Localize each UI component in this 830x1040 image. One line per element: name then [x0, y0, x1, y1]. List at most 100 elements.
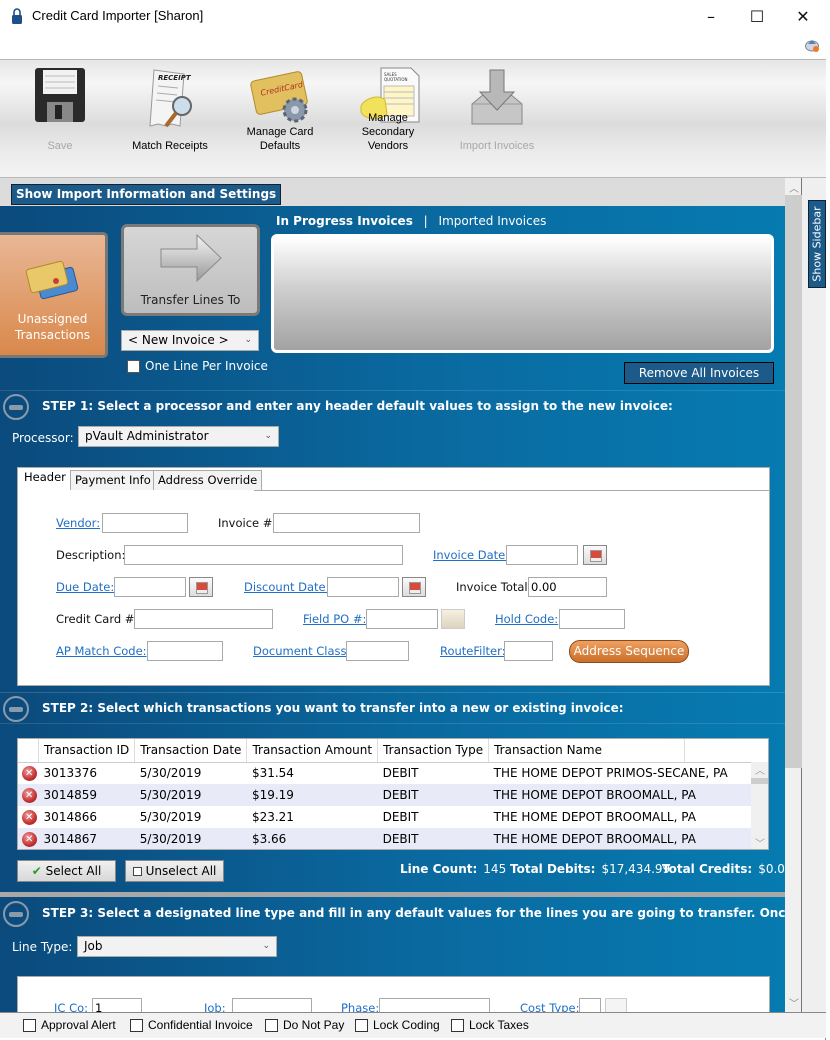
remove-transaction-icon[interactable]: [22, 765, 37, 781]
ap-match-code-label[interactable]: AP Match Code:: [56, 644, 147, 658]
collapse-step3-icon[interactable]: [3, 901, 29, 927]
maximize-button[interactable]: ☐: [734, 0, 780, 33]
confidential-invoice-checkbox[interactable]: Confidential Invoice: [130, 1018, 253, 1032]
phase-input[interactable]: [379, 998, 490, 1012]
tab-in-progress-invoices[interactable]: In Progress Invoices: [276, 214, 413, 228]
route-filter-input[interactable]: [504, 641, 553, 661]
job-input[interactable]: [232, 998, 312, 1012]
table-row[interactable]: 3014866 5/30/2019 $23.21 DEBIT THE HOME …: [18, 806, 768, 828]
approval-alert-checkbox[interactable]: Approval Alert: [23, 1018, 116, 1032]
scroll-up-icon[interactable]: ︿: [789, 180, 799, 195]
invoice-list[interactable]: [271, 234, 774, 353]
collapse-step1-icon[interactable]: [3, 394, 29, 420]
scroll-down-icon[interactable]: ﹀: [789, 995, 799, 1010]
cost-type-input[interactable]: [579, 998, 601, 1012]
invoice-number-input[interactable]: [273, 513, 420, 533]
document-class-input[interactable]: [346, 641, 409, 661]
ap-match-code-input[interactable]: [147, 641, 223, 661]
step3-text: STEP 3: Select a designated line type an…: [42, 906, 785, 920]
scroll-up-icon[interactable]: ︿: [755, 762, 765, 777]
checkbox-box[interactable]: [23, 1018, 36, 1032]
help-icon[interactable]: [804, 37, 820, 53]
description-input[interactable]: [124, 545, 403, 565]
field-po-lookup-icon[interactable]: [441, 609, 465, 629]
processor-select[interactable]: pVault Administrator ⌄: [78, 426, 279, 447]
checkbox-box[interactable]: [451, 1018, 464, 1032]
unassigned-transactions-button[interactable]: Unassigned Transactions: [0, 232, 108, 358]
address-sequence-button[interactable]: Address Sequence: [569, 640, 689, 663]
checkbox-box[interactable]: [265, 1018, 278, 1032]
remove-transaction-icon[interactable]: [22, 831, 37, 847]
document-class-label[interactable]: Document Class:: [253, 644, 350, 658]
jc-co-label[interactable]: JC Co:: [54, 1001, 88, 1012]
match-receipts-button[interactable]: RECEIPT Match Receipts: [126, 60, 214, 177]
discount-date-input[interactable]: [327, 577, 399, 597]
show-import-info-button[interactable]: Show Import Information and Settings: [11, 184, 282, 205]
table-row[interactable]: 3013376 5/30/2019 $31.54 DEBIT THE HOME …: [18, 762, 768, 784]
manage-secondary-vendors-button[interactable]: SALES QUOTATION Manage Secondary Vendors: [348, 60, 428, 177]
cell-transaction-name: THE HOME DEPOT BROOMALL, PA: [488, 784, 768, 806]
remove-all-invoices-button[interactable]: Remove All Invoices: [624, 362, 774, 384]
do-not-pay-checkbox[interactable]: Do Not Pay: [265, 1018, 344, 1032]
invoice-date-calendar-icon[interactable]: [583, 545, 607, 565]
vendor-input[interactable]: [102, 513, 188, 533]
checkbox-box[interactable]: [130, 1018, 143, 1032]
transfer-lines-button[interactable]: Transfer Lines To: [121, 224, 260, 316]
transfer-target-select[interactable]: < New Invoice > ⌄: [121, 330, 259, 351]
invoice-date-input[interactable]: [506, 545, 578, 565]
jc-co-input[interactable]: 1: [92, 998, 142, 1012]
manage-card-defaults-button[interactable]: CreditCard Manage Card Defaults: [238, 60, 322, 177]
grid-scroll-thumb[interactable]: [751, 778, 768, 784]
hold-code-input[interactable]: [559, 609, 625, 629]
field-po-input[interactable]: [366, 609, 438, 629]
main-scrollbar[interactable]: ︿ ﹀: [785, 178, 802, 1012]
main-scroll-thumb[interactable]: [785, 195, 802, 768]
column-header-transaction-id[interactable]: Transaction ID: [38, 739, 136, 763]
due-date-input[interactable]: [114, 577, 186, 597]
cost-type-label[interactable]: Cost Type:: [520, 1001, 580, 1012]
scroll-down-icon[interactable]: ﹀: [755, 835, 765, 849]
unselect-all-button[interactable]: Unselect All: [125, 860, 224, 882]
minimize-button[interactable]: –: [688, 0, 734, 33]
collapse-step2-icon[interactable]: [3, 696, 29, 722]
tab-address-override[interactable]: Address Override: [153, 470, 263, 490]
line-type-select[interactable]: Job ⌄: [77, 936, 277, 957]
column-header-transaction-amount[interactable]: Transaction Amount: [246, 739, 379, 763]
vendor-label[interactable]: Vendor:: [56, 516, 100, 530]
discount-date-calendar-icon[interactable]: [402, 577, 426, 597]
tab-payment-info[interactable]: Payment Info: [70, 470, 156, 490]
tab-header[interactable]: Header: [20, 468, 70, 490]
invoice-date-label[interactable]: Invoice Date:: [433, 548, 509, 562]
table-row[interactable]: 3014867 5/30/2019 $3.66 DEBIT THE HOME D…: [18, 828, 768, 849]
manage-card-defaults-label-2: Defaults: [259, 140, 301, 152]
save-button[interactable]: Save: [22, 60, 98, 177]
table-row[interactable]: 3014859 5/30/2019 $19.19 DEBIT THE HOME …: [18, 784, 768, 806]
column-header-transaction-type[interactable]: Transaction Type: [377, 739, 490, 763]
column-header-transaction-name[interactable]: Transaction Name: [488, 739, 686, 763]
due-date-label[interactable]: Due Date:: [56, 580, 114, 594]
grid-scrollbar[interactable]: ︿ ﹀: [751, 762, 768, 849]
import-invoices-button[interactable]: Import Invoices: [454, 60, 540, 177]
lock-taxes-checkbox[interactable]: Lock Taxes: [451, 1018, 529, 1032]
job-label[interactable]: Job:: [204, 1001, 226, 1012]
select-all-button[interactable]: ✔ Select All: [17, 860, 116, 882]
invoice-total-input[interactable]: 0.00: [528, 577, 607, 597]
main-scroll-area: Show Import Information and Settings Una…: [0, 178, 785, 1012]
one-line-per-invoice-checkbox[interactable]: [127, 360, 140, 373]
field-po-label[interactable]: Field PO #:: [303, 612, 366, 626]
cost-type-lookup-icon[interactable]: [605, 998, 627, 1012]
hold-code-label[interactable]: Hold Code:: [495, 612, 558, 626]
close-button[interactable]: ✕: [780, 0, 826, 33]
lock-coding-checkbox[interactable]: Lock Coding: [355, 1018, 440, 1032]
column-header-transaction-date[interactable]: Transaction Date: [134, 739, 248, 763]
remove-transaction-icon[interactable]: [22, 809, 37, 825]
phase-label[interactable]: Phase:: [341, 1001, 379, 1012]
show-sidebar-button[interactable]: Show Sidebar: [808, 200, 826, 288]
route-filter-label[interactable]: RouteFilter:: [440, 644, 506, 658]
due-date-calendar-icon[interactable]: [189, 577, 213, 597]
credit-card-input[interactable]: [134, 609, 273, 629]
remove-transaction-icon[interactable]: [22, 787, 37, 803]
discount-date-label[interactable]: Discount Date:: [244, 580, 330, 594]
checkbox-box[interactable]: [355, 1018, 368, 1032]
tab-imported-invoices[interactable]: Imported Invoices: [439, 214, 547, 228]
